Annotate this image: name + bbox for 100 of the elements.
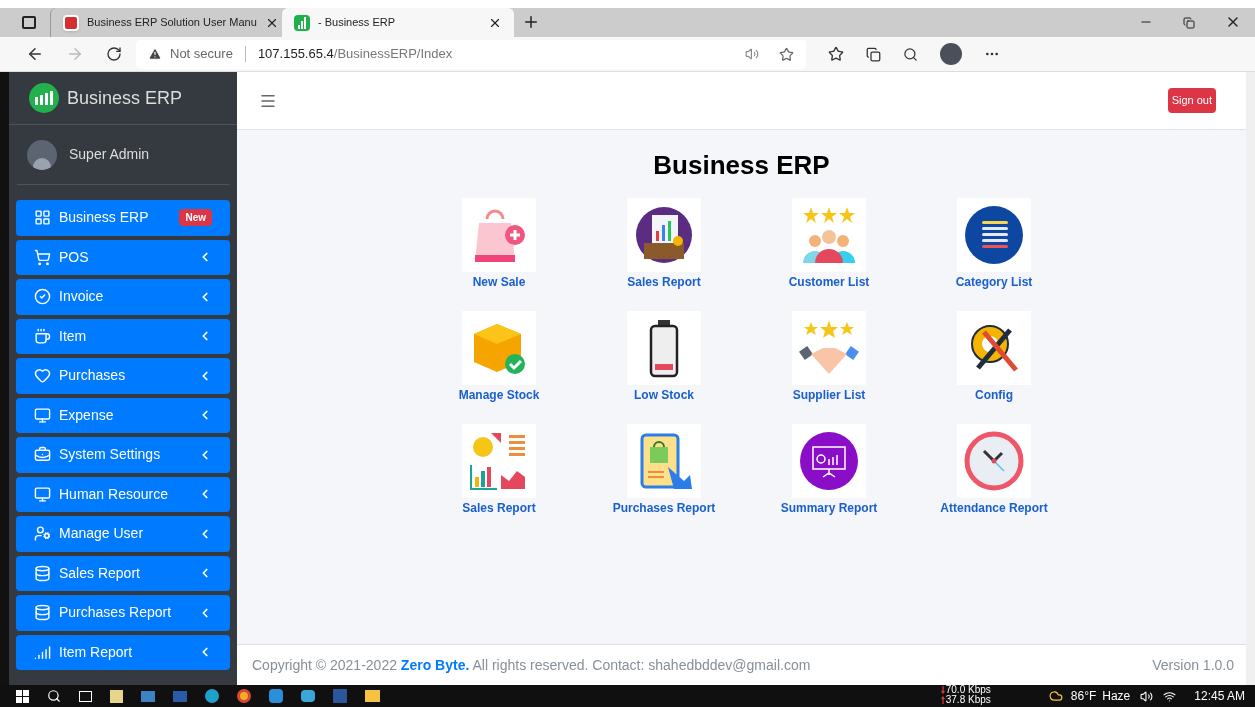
pdf-file-icon [63, 14, 79, 31]
down-arrow-icon [940, 686, 945, 694]
sidebar-item-label: Item [59, 326, 88, 346]
sidebar-item-label: Item Report [59, 642, 134, 662]
sidebar-item-label: Expense [59, 405, 115, 425]
monitor-icon [34, 485, 51, 503]
volume-icon[interactable] [1140, 689, 1154, 703]
dashboard-tile[interactable]: New Sale [416, 198, 582, 291]
warning-icon [148, 47, 162, 61]
sidebar-item[interactable]: Invoice [16, 279, 230, 315]
tile-label: Sales Report [462, 500, 536, 517]
report-icon [634, 205, 694, 265]
brand-name: Business ERP [67, 86, 183, 110]
code-editor-icon[interactable] [269, 689, 283, 703]
sidebar-item[interactable]: Purchases [16, 358, 230, 394]
sidebar-item-label: Manage User [59, 524, 145, 544]
back-icon[interactable] [26, 45, 44, 63]
dashboard-tile[interactable]: Category List [911, 198, 1077, 291]
heart-icon [34, 367, 51, 385]
dashboard-tile[interactable]: Low Stock [581, 311, 747, 404]
sidebar-item[interactable]: Expense [16, 397, 230, 433]
cart-icon [34, 248, 51, 266]
tab-actions-icon[interactable] [22, 16, 36, 29]
terminal-icon[interactable] [173, 690, 187, 702]
tile-label: Summary Report [780, 500, 878, 517]
sidebar-item-label: Purchases Report [59, 603, 173, 623]
tile-label: Supplier List [792, 387, 866, 404]
dashboard-tile[interactable]: Config [911, 311, 1077, 404]
search-icon[interactable] [47, 689, 61, 703]
sidebar-item[interactable]: Item [16, 318, 230, 354]
task-view-icon[interactable] [79, 690, 92, 702]
tile-label: Attendance Report [940, 500, 1048, 517]
check-circle-icon [34, 288, 51, 306]
dashboard-tile[interactable]: Sales Report [416, 424, 582, 517]
sidebar-item-label: Human Resource [59, 484, 169, 504]
up-arrow-icon [940, 696, 945, 704]
read-aloud-icon[interactable] [745, 47, 759, 61]
tile-label: Purchases Report [612, 500, 716, 517]
tile-label: New Sale [472, 274, 526, 291]
copyright-text: Copyright © 2021-2022 Zero Byte. All rights reserved. Contact: shahedbddev@gmail.com [252, 655, 811, 675]
sidebar-item-label: POS [59, 247, 90, 267]
restore-icon[interactable] [1183, 17, 1195, 29]
favorite-add-icon[interactable] [779, 46, 794, 62]
dashboard-tile[interactable]: Summary Report [746, 424, 912, 517]
new-tab-icon[interactable] [522, 13, 540, 31]
upload-speed: 70.0 Kbps [945, 685, 991, 695]
dashboard-tile[interactable]: Manage Stock [416, 311, 582, 404]
app-icon[interactable] [301, 690, 315, 702]
dashboard-tile[interactable]: Purchases Report [581, 424, 747, 517]
windows-logo-icon[interactable] [16, 689, 29, 703]
scrollbar[interactable] [1246, 72, 1255, 685]
dashboard-tile[interactable]: Sales Report [581, 198, 747, 291]
weather-icon [1048, 689, 1063, 703]
sidebar-item[interactable]: POS [16, 239, 230, 275]
dashboard-tile[interactable]: Attendance Report [911, 424, 1077, 517]
user-name: Super Admin [69, 145, 150, 164]
sidebar-item[interactable]: Human Resource [16, 476, 230, 512]
sidebar-item[interactable]: System Settings [16, 437, 230, 473]
signal-bars-icon [34, 643, 51, 661]
favorites-icon[interactable] [828, 46, 844, 62]
tile-label: Manage Stock [458, 387, 540, 404]
sidebar-item[interactable]: Item Report [16, 634, 230, 670]
profile-avatar[interactable] [940, 43, 962, 65]
sidebar-item[interactable]: Manage User [16, 516, 230, 552]
download-speed: 37.8 Kbps [945, 695, 991, 705]
user-avatar [27, 139, 57, 170]
sidebar-item-label: System Settings [59, 445, 162, 465]
browser-icon[interactable] [205, 689, 219, 703]
page-title: Business ERP [653, 149, 830, 182]
new-badge: New [179, 209, 212, 227]
grid-icon [34, 209, 51, 227]
database-icon [34, 564, 51, 582]
tab-title: Business ERP Solution User Manu [87, 15, 257, 31]
monitor-icon [34, 406, 51, 424]
sidebar-item-label: Sales Report [59, 563, 141, 583]
sidebar-item-label: Business ERP [59, 208, 150, 228]
browser-tab[interactable]: - Business ERP [282, 8, 514, 37]
collections-icon[interactable] [866, 46, 881, 62]
browser-icon[interactable] [237, 689, 251, 703]
dashboard-tile[interactable]: Customer List [746, 198, 912, 291]
cup-icon [34, 327, 51, 345]
presentation-icon [799, 431, 859, 491]
tile-label: Sales Report [627, 274, 701, 291]
list-icon [964, 205, 1024, 265]
sidebar-item-label: Purchases [59, 366, 127, 386]
tile-label: Customer List [788, 274, 870, 291]
url-text: 107.155.65.4/BusinessERP/Index [257, 45, 453, 64]
sidebar-item[interactable]: Purchases Report [16, 595, 230, 631]
reload-icon[interactable] [106, 46, 122, 62]
notepad-icon[interactable] [110, 689, 123, 703]
address-field[interactable]: Not secure 107.155.65.4/BusinessERP/Index [136, 39, 806, 69]
temperature: 86°F [1070, 688, 1097, 705]
sidebar-item[interactable]: Business ERP New [16, 200, 230, 236]
wifi-icon[interactable] [1163, 689, 1177, 703]
sign-out-button[interactable]: Sign out [1167, 88, 1216, 113]
security-label: Not secure [170, 45, 233, 64]
sidebar-item[interactable]: Sales Report [16, 555, 230, 591]
app-icon[interactable] [141, 690, 155, 702]
dashboard-tile[interactable]: Supplier List [746, 311, 912, 404]
bar-chart-icon [294, 14, 310, 31]
